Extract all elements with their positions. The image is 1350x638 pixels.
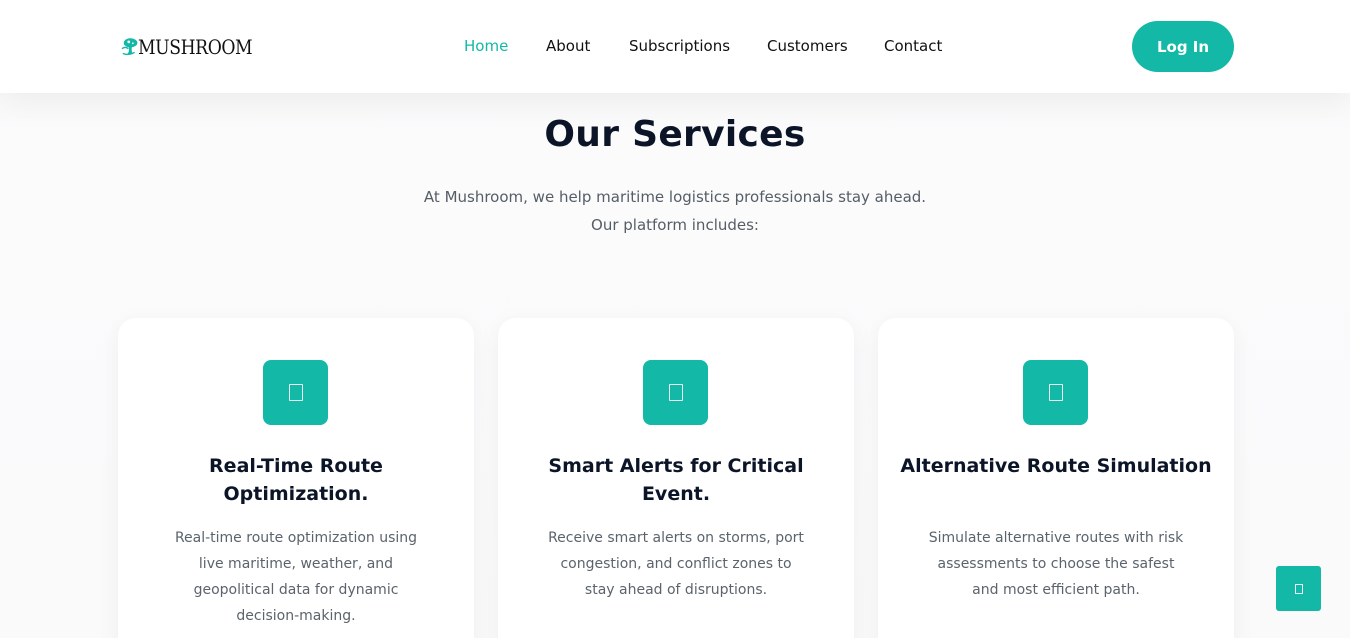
arrow-up-icon	[1294, 583, 1303, 594]
nav-subscriptions[interactable]: Subscriptions	[629, 36, 730, 56]
card-title: Smart Alerts for Critical Event.	[548, 455, 804, 505]
route-icon	[263, 360, 328, 425]
nav-customers[interactable]: Customers	[767, 36, 848, 56]
nav-home[interactable]: Home	[464, 36, 508, 56]
service-card-route-optimization: Real-Time Route Optimization. Real-time …	[118, 318, 474, 638]
section-title: Our Services	[544, 114, 806, 155]
card-title: Alternative Route Simulation	[900, 455, 1212, 477]
nav-contact[interactable]: Contact	[884, 36, 942, 56]
card-description: Simulate alternative routes with risk as…	[928, 530, 1184, 598]
section-subtitle: At Mushroom, we help maritime logistics …	[0, 183, 1350, 239]
login-button[interactable]: Log In	[1132, 21, 1234, 72]
service-card-route-simulation: Alternative Route Simulation Simulate al…	[878, 318, 1234, 638]
subtitle-line-2: Our platform includes:	[591, 216, 759, 234]
card-description: Receive smart alerts on storms, port con…	[548, 530, 804, 598]
scroll-to-top-button[interactable]	[1276, 566, 1321, 611]
card-description: Real-time route optimization using live …	[174, 530, 418, 624]
service-card-smart-alerts: Smart Alerts for Critical Event. Receive…	[498, 318, 854, 638]
site-header: MUSHROOM Home About Subscriptions Custom…	[0, 0, 1350, 93]
alert-icon	[643, 360, 708, 425]
subtitle-line-1: At Mushroom, we help maritime logistics …	[423, 188, 927, 206]
card-title: Real-Time Route Optimization.	[209, 455, 383, 505]
simulation-icon	[1023, 360, 1088, 425]
nav-about[interactable]: About	[546, 36, 590, 56]
